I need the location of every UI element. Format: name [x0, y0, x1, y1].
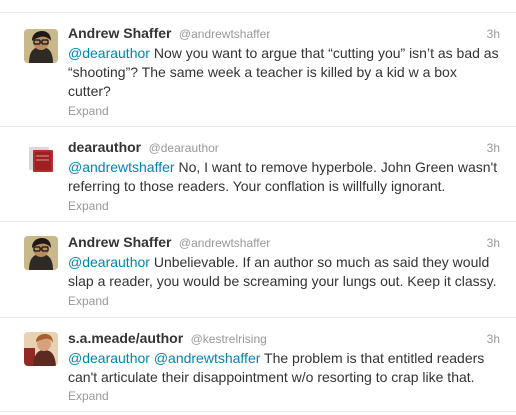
- andrew-shaffer-avatar-icon[interactable]: [24, 236, 58, 270]
- tweet-mention[interactable]: @dearauthor: [68, 350, 150, 366]
- tweet-username[interactable]: @kestrelrising: [191, 332, 267, 346]
- andrew-shaffer-avatar-icon[interactable]: [24, 29, 58, 63]
- tweet-item[interactable]: s.a.meade/author @kestrelrising 3h @dear…: [0, 318, 516, 412]
- expand-link[interactable]: Expand: [68, 199, 109, 213]
- tweet-fullname[interactable]: Andrew Shaffer: [68, 25, 171, 41]
- tweet-text: @dearauthor Now you want to argue that “…: [68, 44, 502, 101]
- tweet-text: @andrewtshaffer No, I want to remove hyp…: [68, 158, 502, 196]
- expand-link[interactable]: Expand: [68, 389, 109, 403]
- tweet-username[interactable]: @andrewtshaffer: [179, 27, 270, 41]
- tweet-item[interactable]: Andrew Shaffer @andrewtshaffer 3h @deara…: [0, 222, 516, 318]
- tweet-header: Andrew Shaffer @andrewtshaffer 3h: [68, 25, 500, 43]
- tweet-mention[interactable]: @andrewtshaffer: [154, 350, 261, 366]
- tweet-timestamp[interactable]: 3h: [487, 141, 500, 155]
- expand-link[interactable]: Expand: [68, 104, 109, 118]
- tweet-item[interactable]: Andrew Shaffer @andrewtshaffer 3h @deara…: [0, 12, 516, 127]
- tweet-timestamp[interactable]: 3h: [487, 332, 500, 346]
- kestrelrising-avatar-icon[interactable]: [24, 332, 58, 366]
- tweet-fullname[interactable]: s.a.meade/author: [68, 330, 183, 346]
- tweet-text: @dearauthor Unbelievable. If an author s…: [68, 253, 502, 291]
- tweet-mention[interactable]: @andrewtshaffer: [68, 159, 175, 175]
- tweet-username[interactable]: @dearauthor: [149, 141, 219, 155]
- tweet-fullname[interactable]: dearauthor: [68, 139, 141, 155]
- tweet-timestamp[interactable]: 3h: [487, 236, 500, 250]
- dearauthor-avatar-icon[interactable]: [24, 141, 58, 175]
- tweet-timeline: Andrew Shaffer @andrewtshaffer 3h @deara…: [0, 0, 516, 415]
- tweet-mention[interactable]: @dearauthor: [68, 254, 150, 270]
- tweet-item[interactable]: dearauthor @dearauthor 3h @andrewtshaffe…: [0, 127, 516, 222]
- tweet-mention[interactable]: @dearauthor: [68, 45, 150, 61]
- tweet-header: dearauthor @dearauthor 3h: [68, 139, 500, 157]
- tweet-fullname[interactable]: Andrew Shaffer: [68, 234, 171, 250]
- tweet-text: @dearauthor @andrewtshaffer The problem …: [68, 349, 502, 387]
- tweet-header: s.a.meade/author @kestrelrising 3h: [68, 330, 500, 348]
- tweet-header: Andrew Shaffer @andrewtshaffer 3h: [68, 234, 500, 252]
- expand-link[interactable]: Expand: [68, 294, 109, 308]
- tweet-username[interactable]: @andrewtshaffer: [179, 236, 270, 250]
- tweet-timestamp[interactable]: 3h: [487, 27, 500, 41]
